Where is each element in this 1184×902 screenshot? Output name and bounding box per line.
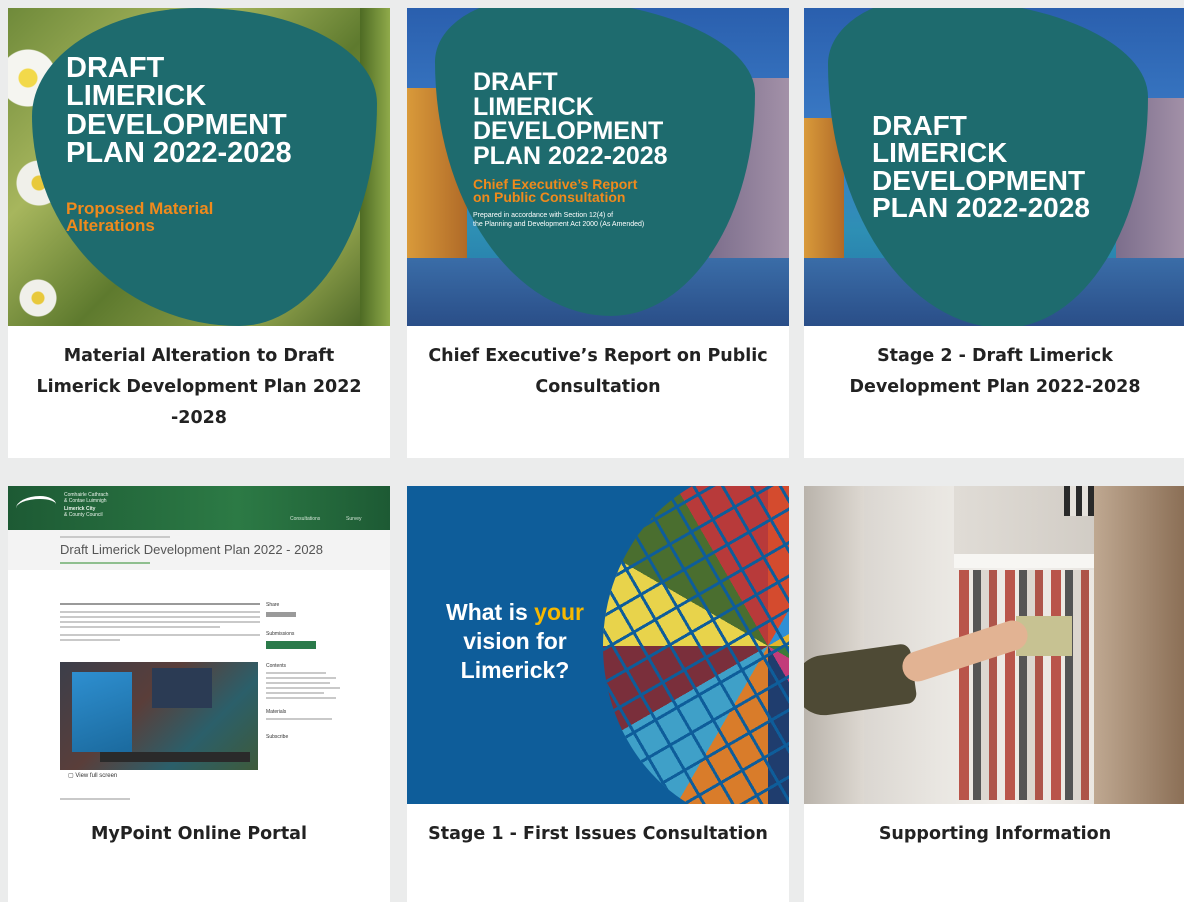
cover-title: DRAFT LIMERICK DEVELOPMENT PLAN 2022-202… (473, 68, 668, 170)
stage-1-poster-image: What is your vision for Limerick? (407, 486, 789, 804)
nav-item[interactable]: Survey (346, 516, 362, 522)
poster-line-3: Limerick? (460, 657, 570, 683)
org-name-line: & County Council (64, 512, 103, 518)
card-title[interactable]: MyPoint Online Portal (8, 804, 390, 850)
card-title[interactable]: Material Alteration to Draft Limerick De… (8, 326, 390, 434)
subscribe-label[interactable]: Subscribe (266, 734, 356, 740)
share-label: Share (266, 602, 280, 608)
cover-title: DRAFT LIMERICK DEVELOPMENT PLAN 2022-202… (872, 110, 1090, 224)
materials-label: Materials (266, 709, 287, 715)
cover-subtitle: Chief Executive’s Report on Public Consu… (473, 176, 638, 206)
submissions-label: Submissions (266, 631, 295, 637)
portal-header: Comhairle Cathrach & Contae Luimnigh Lim… (8, 486, 390, 530)
card-title[interactable]: Stage 2 - Draft Limerick Development Pla… (804, 326, 1184, 403)
card-chief-executive-report[interactable]: DRAFT LIMERICK DEVELOPMENT PLAN 2022-202… (407, 8, 789, 458)
contents-label: Contents (266, 663, 287, 669)
card-mypoint-portal[interactable]: Comhairle Cathrach & Contae Luimnigh Lim… (8, 486, 390, 902)
mypoint-portal-screenshot: Comhairle Cathrach & Contae Luimnigh Lim… (8, 486, 390, 804)
council-logo-icon (16, 496, 56, 517)
nav-item[interactable]: Consultations (290, 516, 320, 522)
portal-page-title: Draft Limerick Development Plan 2022 - 2… (60, 542, 324, 557)
chief-executive-report-cover-image: DRAFT LIMERICK DEVELOPMENT PLAN 2022-202… (407, 8, 789, 326)
card-title[interactable]: Stage 1 - First Issues Consultation (407, 804, 789, 850)
card-stage-1[interactable]: What is your vision for Limerick? Stage … (407, 486, 789, 902)
photo-collage (603, 486, 789, 804)
cover-subtitle: Proposed Material Alterations (66, 199, 214, 235)
card-material-alteration[interactable]: DRAFT LIMERICK DEVELOPMENT PLAN 2022-202… (8, 8, 390, 458)
cover-title: DRAFT LIMERICK DEVELOPMENT PLAN 2022-202… (66, 52, 292, 170)
portal-video[interactable] (60, 662, 258, 770)
card-stage-2[interactable]: DRAFT LIMERICK DEVELOPMENT PLAN 2022-202… (804, 8, 1184, 458)
card-supporting-information[interactable]: Supporting Information (804, 486, 1184, 902)
make-submission-button[interactable] (266, 641, 316, 649)
org-name-line: & Contae Luimnigh (64, 498, 107, 504)
bookshelf-photo (804, 486, 1184, 804)
view-full-screen-link[interactable]: ▢ View full screen (68, 772, 117, 779)
stage-2-cover-image: DRAFT LIMERICK DEVELOPMENT PLAN 2022-202… (804, 8, 1184, 326)
poster-line-1: What is your (445, 599, 584, 625)
material-alteration-cover-image: DRAFT LIMERICK DEVELOPMENT PLAN 2022-202… (8, 8, 390, 326)
cover-note: Prepared in accordance with Section 12(4… (473, 212, 645, 228)
card-title[interactable]: Supporting Information (804, 804, 1184, 850)
poster-line-2: vision for (463, 628, 567, 654)
reaching-arm (804, 642, 918, 720)
card-title[interactable]: Chief Executive’s Report on Public Consu… (407, 326, 789, 403)
